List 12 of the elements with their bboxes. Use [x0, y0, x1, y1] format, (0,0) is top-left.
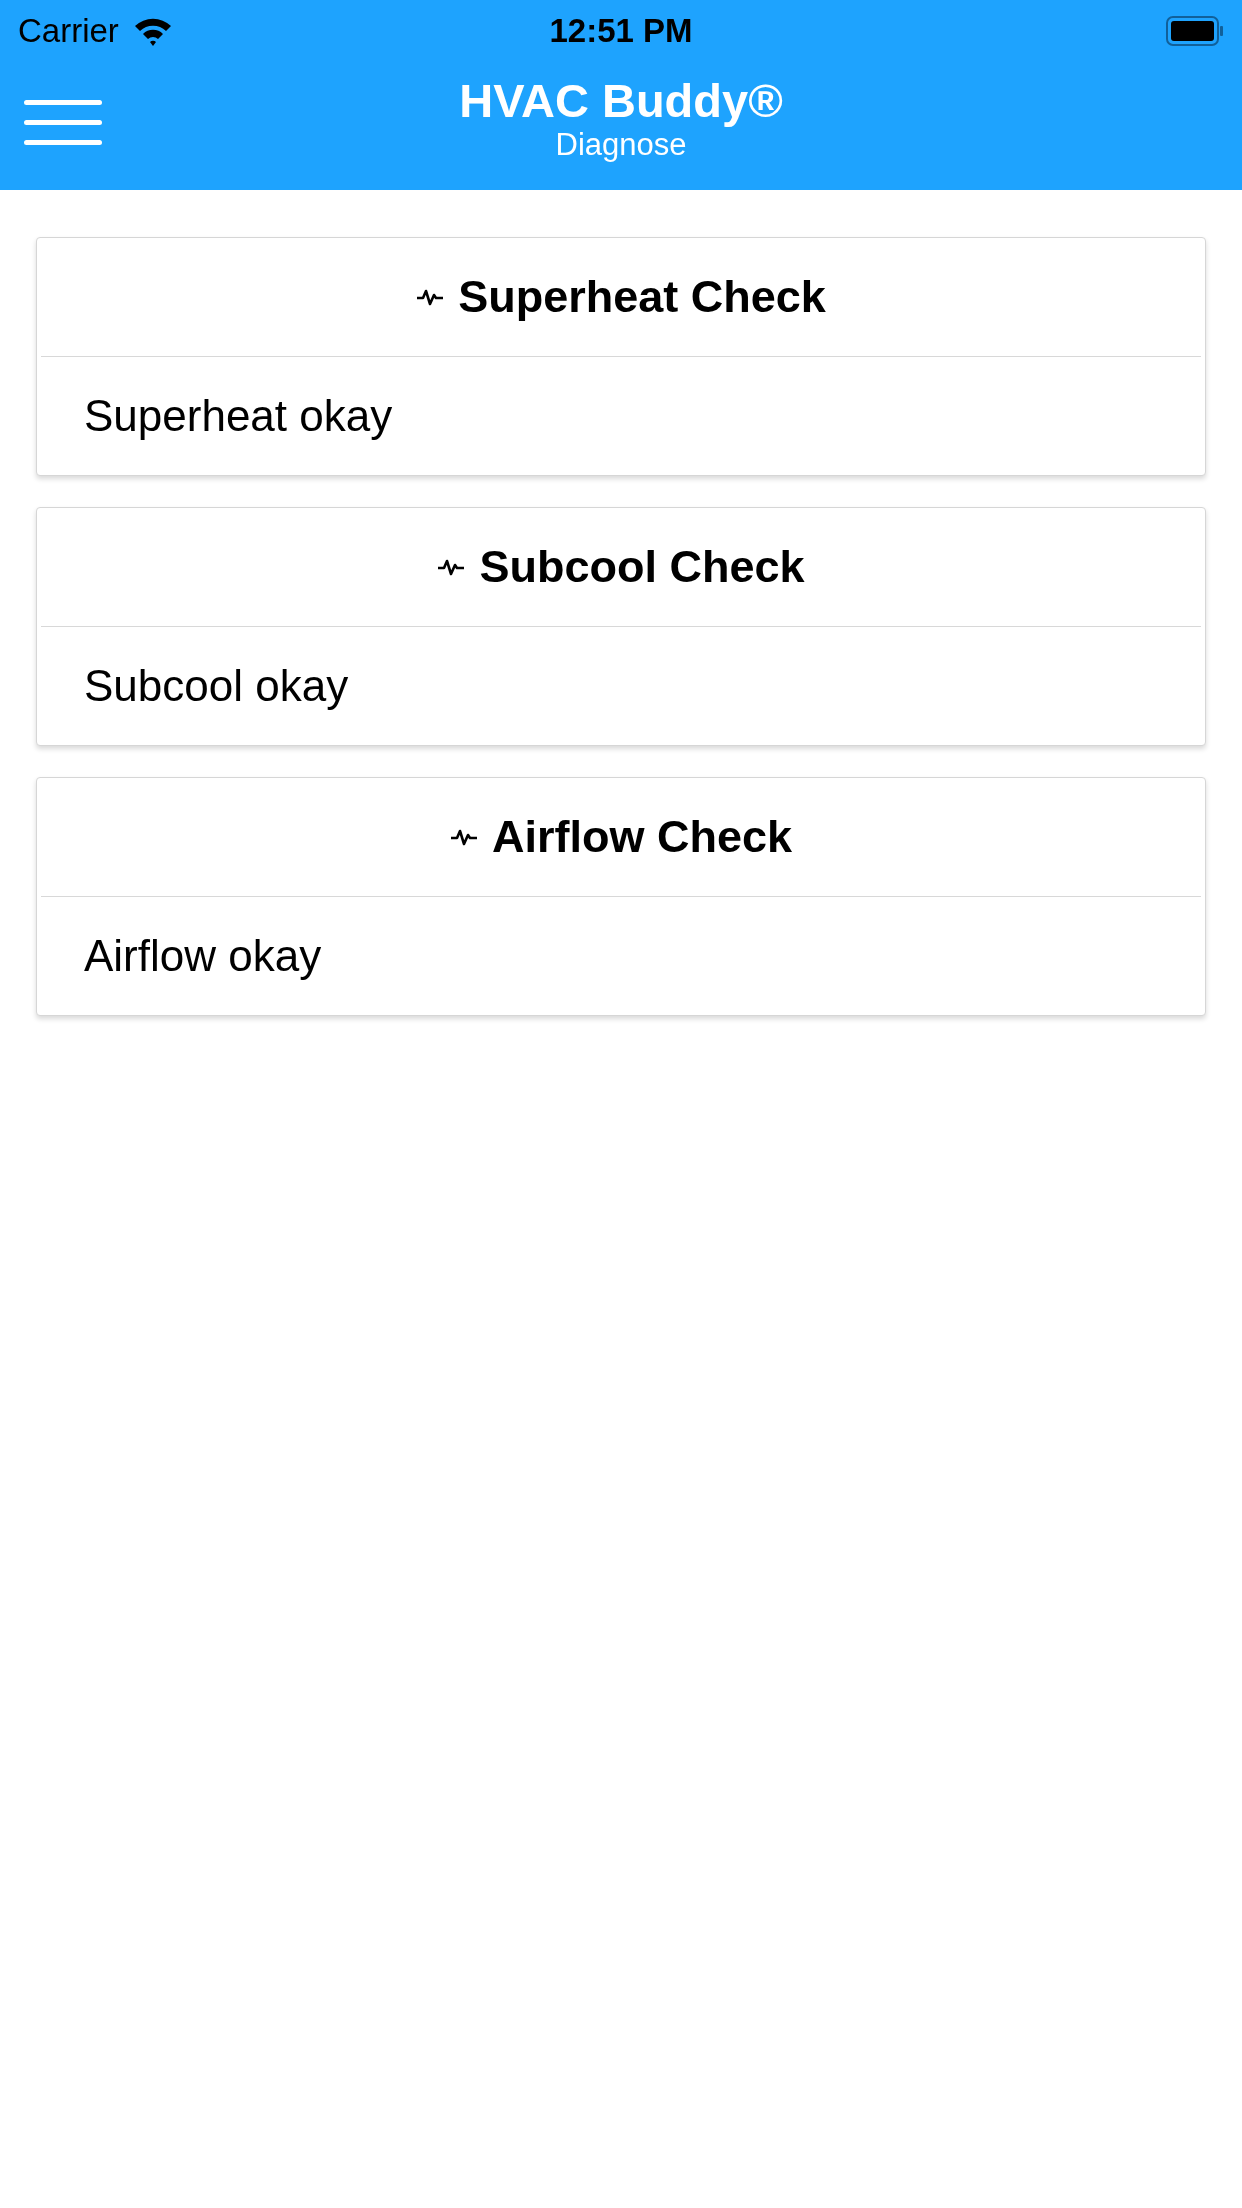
check-result: Superheat okay [84, 391, 393, 441]
check-title: Airflow Check [491, 811, 793, 863]
menu-icon[interactable] [24, 100, 102, 146]
check-result: Airflow okay [84, 931, 322, 981]
battery-icon [1166, 16, 1224, 46]
check-title: Subcool Check [479, 541, 805, 593]
page-subtitle: Diagnose [555, 127, 687, 164]
clock-time: 12:51 PM [549, 12, 693, 50]
app-title: HVAC Buddy® [459, 74, 783, 127]
check-title: Superheat Check [458, 271, 826, 323]
check-result: Subcool okay [84, 661, 349, 711]
carrier-label: Carrier [18, 12, 119, 50]
